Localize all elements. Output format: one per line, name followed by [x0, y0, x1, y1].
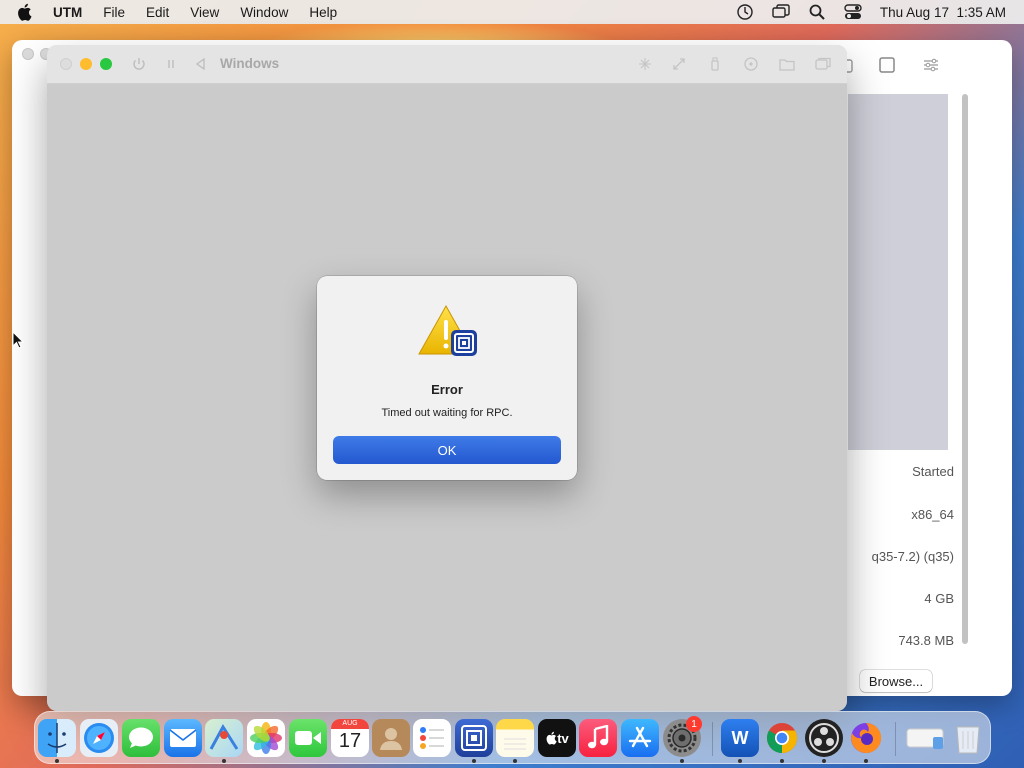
ok-button[interactable]: OK [333, 436, 561, 464]
window-maximize-button[interactable] [100, 58, 112, 70]
dock-separator [895, 722, 896, 756]
vm-window-title: Windows [220, 56, 280, 71]
dock-calendar-icon[interactable]: AUG 17 [331, 719, 369, 757]
menu-window[interactable]: Window [240, 5, 288, 20]
vm-architecture-value: x86_64 [911, 507, 954, 522]
dialog-title: Error [431, 382, 463, 397]
window-close-button[interactable] [60, 58, 72, 70]
dock-downloads-stack-icon[interactable] [905, 719, 947, 757]
dialog-message: Timed out waiting for RPC. [381, 407, 513, 419]
dock-utm-icon[interactable] [455, 719, 493, 757]
error-dialog: Error Timed out waiting for RPC. OK [317, 276, 577, 480]
dock-running-indicator [822, 759, 826, 763]
dock-running-indicator [864, 759, 868, 763]
dock-messages-icon[interactable] [122, 719, 160, 757]
vm-status-value: Started [912, 464, 954, 479]
menu-edit[interactable]: Edit [146, 5, 169, 20]
browse-button[interactable]: Browse... [860, 670, 932, 692]
dock-separator [712, 722, 713, 756]
dock-apple-tv-icon[interactable]: tv [538, 719, 576, 757]
toolbar-settings-sliders-icon[interactable] [922, 56, 940, 74]
back-window-close-button[interactable] [22, 48, 34, 60]
screen-mirroring-icon[interactable] [772, 3, 790, 21]
windows-list-icon[interactable] [815, 56, 831, 72]
power-icon[interactable] [131, 56, 147, 72]
menu-app-name[interactable]: UTM [53, 5, 82, 20]
dock-trash-icon[interactable] [949, 719, 987, 757]
usb-drive-icon[interactable] [707, 56, 723, 72]
warning-icon [418, 304, 477, 356]
dock-running-indicator [738, 759, 742, 763]
dock-app-store-icon[interactable] [621, 719, 659, 757]
menu-file[interactable]: File [103, 5, 125, 20]
dock-running-indicator [680, 759, 684, 763]
dock-mail-icon[interactable] [164, 719, 202, 757]
calendar-day-label: 17 [338, 730, 362, 752]
menu-view[interactable]: View [190, 5, 219, 20]
vm-window-titlebar[interactable]: Windows [47, 45, 847, 84]
dock-reminders-icon[interactable] [413, 719, 451, 757]
restart-icon[interactable] [193, 56, 209, 72]
dock-running-indicator [472, 759, 476, 763]
dock-obs-icon[interactable] [805, 719, 843, 757]
dock-running-indicator [55, 759, 59, 763]
dock-photos-icon[interactable] [247, 719, 285, 757]
spotlight-search-icon[interactable] [808, 3, 826, 21]
vm-memory-value: 4 GB [924, 591, 954, 606]
calendar-month-label: AUG [331, 719, 369, 729]
apple-menu-icon[interactable] [16, 3, 38, 21]
dock-running-indicator [780, 759, 784, 763]
dock-finder-icon[interactable] [38, 719, 76, 757]
vm-preview-panel [848, 94, 948, 450]
scrollbar[interactable] [962, 94, 968, 644]
menu-help[interactable]: Help [309, 5, 337, 20]
apple-tv-label: tv [557, 730, 569, 746]
dock-chrome-icon[interactable] [763, 719, 801, 757]
dock-notes-icon[interactable] [496, 719, 534, 757]
dock-running-indicator [513, 759, 517, 763]
menu-bar: UTM File Edit View Window Help Thu Aug 1… [0, 0, 1024, 24]
pause-icon[interactable] [163, 56, 179, 72]
window-minimize-button[interactable] [80, 58, 92, 70]
dock-maps-icon[interactable] [205, 719, 243, 757]
mouse-cursor-icon [12, 331, 24, 349]
toolbar-window-icon[interactable] [878, 56, 896, 74]
resize-icon[interactable] [671, 56, 687, 72]
vm-size-value: 743.8 MB [898, 633, 954, 648]
control-center-icon[interactable] [844, 3, 862, 21]
drive-disc-icon[interactable] [743, 56, 759, 72]
dock-firefox-icon[interactable] [847, 719, 885, 757]
dock-music-icon[interactable] [579, 719, 617, 757]
dock: AUG 17 tv W [34, 711, 991, 764]
dock-running-indicator [222, 759, 226, 763]
dock-facetime-icon[interactable] [289, 719, 327, 757]
vm-machine-value: q35-7.2) (q35) [871, 549, 954, 564]
dock-word-icon[interactable]: W [721, 719, 759, 757]
settings-notification-badge: 1 [686, 716, 702, 732]
capture-input-icon[interactable] [637, 56, 653, 72]
shared-folder-icon[interactable] [779, 56, 795, 72]
dock-contacts-icon[interactable] [372, 719, 410, 757]
menubar-clock[interactable]: Thu Aug 17 1:35 AM [880, 5, 1006, 20]
sleep-timer-icon[interactable] [736, 3, 754, 21]
dock-safari-icon[interactable] [80, 719, 118, 757]
